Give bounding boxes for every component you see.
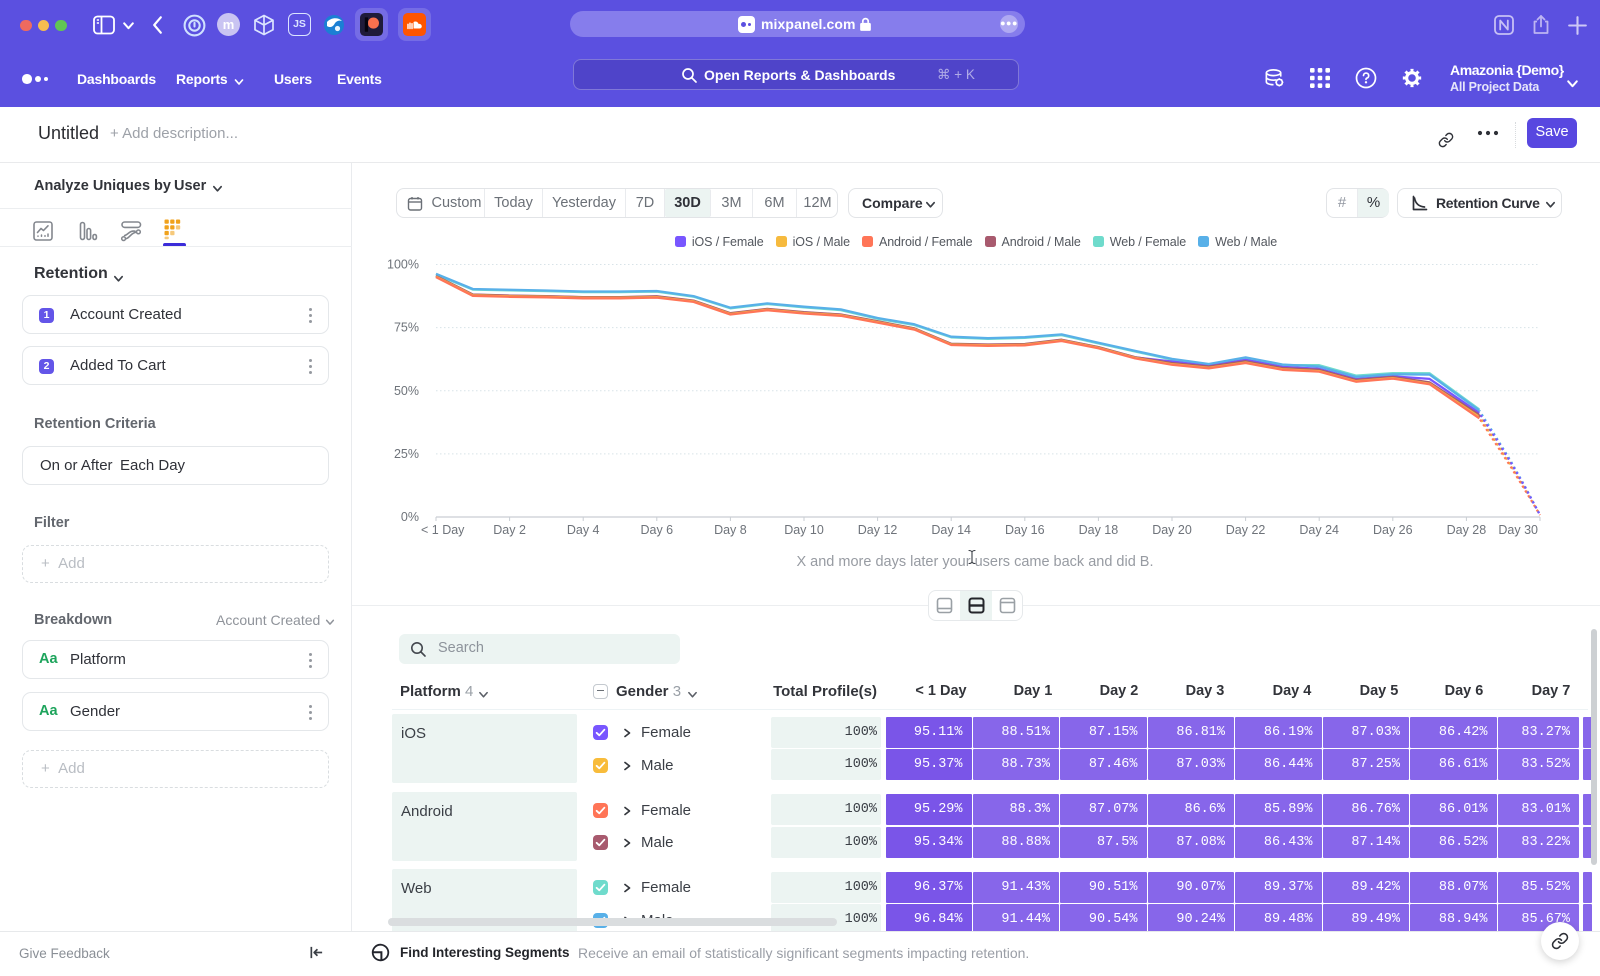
svg-text:Day 18: Day 18: [1079, 523, 1119, 537]
svg-text:50%: 50%: [394, 384, 419, 398]
svg-text:0%: 0%: [401, 510, 419, 524]
svg-text:Day 6: Day 6: [640, 523, 673, 537]
svg-text:Day 16: Day 16: [1005, 523, 1045, 537]
svg-text:Day 24: Day 24: [1299, 523, 1339, 537]
svg-text:Day 20: Day 20: [1152, 523, 1192, 537]
svg-text:Day 28: Day 28: [1447, 523, 1487, 537]
svg-text:Day 8: Day 8: [714, 523, 747, 537]
svg-text:Day 14: Day 14: [931, 523, 971, 537]
svg-text:Day 4: Day 4: [567, 523, 600, 537]
svg-text:Day 12: Day 12: [858, 523, 898, 537]
svg-text:Day 30: Day 30: [1498, 523, 1538, 537]
svg-text:75%: 75%: [394, 321, 419, 335]
svg-text:Day 10: Day 10: [784, 523, 824, 537]
svg-text:Day 2: Day 2: [493, 523, 526, 537]
svg-text:Day 26: Day 26: [1373, 523, 1413, 537]
svg-text:< 1 Day: < 1 Day: [421, 523, 465, 537]
svg-text:100%: 100%: [387, 258, 419, 272]
svg-text:Day 22: Day 22: [1226, 523, 1266, 537]
svg-text:25%: 25%: [394, 447, 419, 461]
